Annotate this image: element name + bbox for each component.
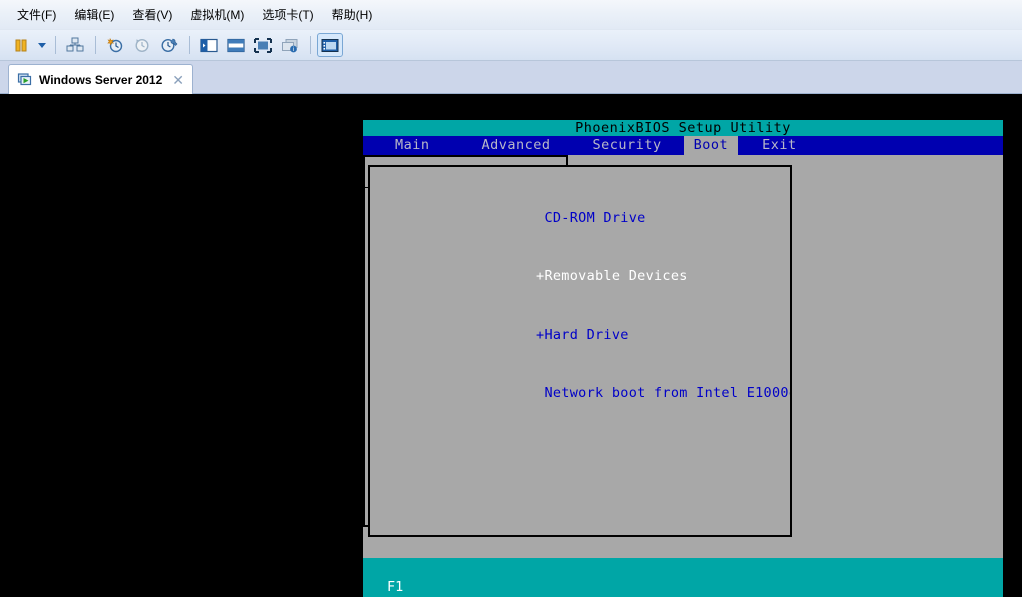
snapshot-manager-icon bbox=[160, 37, 178, 53]
boot-item-label: Network boot from Intel E1000e bbox=[544, 385, 792, 401]
boot-item-cdrom[interactable]: CD-ROM Drive bbox=[418, 189, 790, 248]
unity-mode-button[interactable]: i bbox=[277, 33, 303, 57]
show-thumbnail-bar-button[interactable] bbox=[223, 33, 249, 57]
show-library-button[interactable] bbox=[196, 33, 222, 57]
virtual-machine-icon bbox=[17, 72, 33, 88]
bios-body: CD-ROM Drive +Removable Devices +Hard Dr… bbox=[363, 155, 1003, 558]
boot-item-label: Removable Devices bbox=[544, 268, 688, 284]
bios-menu-advanced[interactable]: Advanced bbox=[472, 136, 561, 155]
console-view-button[interactable] bbox=[317, 33, 343, 57]
bios-menu-exit[interactable]: Exit bbox=[752, 136, 807, 155]
toolbar-separator bbox=[55, 36, 56, 54]
toolbar-separator bbox=[310, 36, 311, 54]
boot-order-list: CD-ROM Drive +Removable Devices +Hard Dr… bbox=[370, 167, 790, 423]
bios-menu-main[interactable]: Main bbox=[385, 136, 440, 155]
tab-label: Windows Server 2012 bbox=[39, 72, 163, 87]
toolbar-separator bbox=[189, 36, 190, 54]
menu-help[interactable]: 帮助(H) bbox=[323, 6, 382, 24]
show-thumbnail-bar-icon bbox=[227, 38, 245, 53]
enter-fullscreen-button[interactable] bbox=[250, 33, 276, 57]
show-library-icon bbox=[200, 38, 218, 53]
menu-edit[interactable]: 编辑(E) bbox=[65, 6, 123, 24]
unity-mode-icon: i bbox=[281, 38, 299, 53]
boot-item-hard-drive[interactable]: +Hard Drive bbox=[418, 306, 790, 365]
revert-snapshot-button[interactable] bbox=[129, 33, 155, 57]
suspend-button[interactable] bbox=[8, 33, 34, 57]
bios-function-key-bar: F1 Help ↑↓ Select Item -/+ Change Values… bbox=[363, 558, 1003, 597]
function-key-row-2: Esc Exit ↔ Select Menu Enter Select ▶ Su… bbox=[363, 578, 1003, 597]
manage-snapshot-icon bbox=[66, 37, 84, 53]
menu-view[interactable]: 查看(V) bbox=[123, 6, 181, 24]
menu-tabs[interactable]: 选项卡(T) bbox=[253, 6, 322, 24]
application-toolbar: i bbox=[0, 30, 1022, 61]
console-view-icon bbox=[321, 38, 339, 53]
boot-item-label: CD-ROM Drive bbox=[544, 209, 646, 226]
bios-menu-security[interactable]: Security bbox=[583, 136, 672, 155]
phoenixbios-setup-utility: PhoenixBIOS Setup Utility Main Advanced … bbox=[363, 120, 1003, 597]
svg-text:i: i bbox=[293, 47, 294, 53]
tab-windows-server-2012[interactable]: Windows Server 2012 ✕ bbox=[8, 64, 194, 94]
bios-menu-boot[interactable]: Boot bbox=[683, 136, 739, 155]
snapshot-manager-button[interactable] bbox=[156, 33, 182, 57]
boot-item-label: Hard Drive bbox=[544, 326, 629, 343]
vmware-workstation-window: 文件(F) 编辑(E) 查看(V) 虚拟机(M) 选项卡(T) 帮助(H) i … bbox=[0, 0, 1022, 597]
bios-menu-bar: Main Advanced Security Boot Exit bbox=[363, 136, 1003, 155]
suspend-icon bbox=[13, 37, 29, 53]
boot-order-panel: CD-ROM Drive +Removable Devices +Hard Dr… bbox=[368, 165, 792, 537]
menu-file[interactable]: 文件(F) bbox=[8, 6, 65, 24]
boot-item-network-boot[interactable]: Network boot from Intel E1000e bbox=[418, 365, 790, 424]
vm-console-screen[interactable]: PhoenixBIOS Setup Utility Main Advanced … bbox=[0, 94, 1022, 597]
take-snapshot-button[interactable] bbox=[102, 33, 128, 57]
vm-tab-bar: Windows Server 2012 ✕ bbox=[0, 61, 1022, 94]
boot-item-removable-devices[interactable]: +Removable Devices bbox=[418, 248, 790, 307]
suspend-dropdown-caret-icon[interactable] bbox=[35, 33, 49, 57]
toolbar-separator bbox=[95, 36, 96, 54]
enter-fullscreen-icon bbox=[254, 37, 272, 53]
application-menu-bar: 文件(F) 编辑(E) 查看(V) 虚拟机(M) 选项卡(T) 帮助(H) bbox=[0, 0, 1022, 30]
manage-snapshot-button[interactable] bbox=[62, 33, 88, 57]
close-icon[interactable]: ✕ bbox=[170, 73, 186, 87]
bios-title: PhoenixBIOS Setup Utility bbox=[363, 120, 1003, 136]
menu-vm[interactable]: 虚拟机(M) bbox=[181, 6, 253, 24]
revert-snapshot-icon bbox=[133, 37, 151, 53]
function-key-row-1: F1 Help ↑↓ Select Item -/+ Change Values… bbox=[363, 559, 1003, 595]
take-snapshot-icon bbox=[106, 37, 124, 53]
